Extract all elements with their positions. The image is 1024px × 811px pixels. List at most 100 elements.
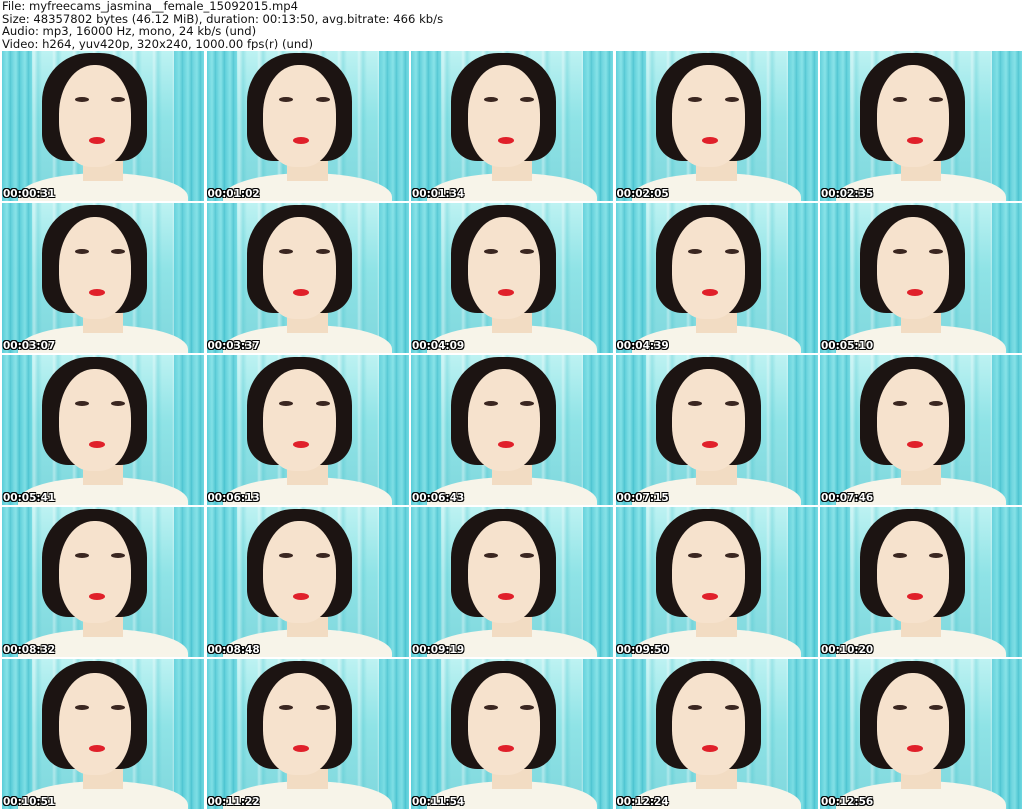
video-thumbnail: 00:06:13 [206,355,409,505]
audio-info-line: Audio: mp3, 16000 Hz, mono, 24 kb/s (und… [2,25,257,38]
video-thumbnail: 00:07:46 [820,355,1022,505]
curtain-left [2,51,32,201]
curtain-left [411,51,441,201]
thumbnail-timestamp: 00:12:24 [616,796,669,808]
thumbnail-timestamp: 00:06:13 [207,492,260,504]
left-eye [892,97,907,102]
left-eye [483,705,498,710]
curtain-right [787,203,818,353]
face [876,217,950,319]
right-eye [111,249,126,254]
face [672,217,745,319]
curtain-left [411,659,441,809]
right-eye [929,401,944,406]
thumbnail-timestamp: 00:07:46 [821,492,874,504]
face [467,673,541,775]
thumbnail-timestamp: 00:09:19 [412,644,465,656]
video-thumbnail: 00:09:50 [615,507,818,657]
video-thumbnail: 00:12:56 [820,659,1022,809]
curtain-left [206,51,237,201]
curtain-left [615,355,646,505]
left-eye [892,553,907,558]
curtain-left [820,355,850,505]
curtain-left [615,203,646,353]
curtain-left [820,203,850,353]
left-eye [483,553,498,558]
thumbnail-timestamp: 00:04:39 [616,340,669,352]
thumbnail-timestamp: 00:02:35 [821,188,874,200]
thumbnail-timestamp: 00:03:07 [3,340,56,352]
thumbnail-timestamp: 00:07:15 [616,492,669,504]
curtain-right [992,659,1022,809]
lips [497,441,514,448]
curtain-left [2,203,32,353]
lips [906,137,923,144]
thumbnail-timestamp: 00:10:20 [821,644,874,656]
curtain-right [787,659,818,809]
right-eye [111,401,126,406]
curtain-left [206,355,237,505]
curtain-right [583,355,613,505]
right-eye [111,705,126,710]
thumbnail-timestamp: 00:10:51 [3,796,56,808]
right-eye [111,553,126,558]
right-eye [724,553,739,558]
right-eye [315,553,330,558]
thumbnail-timestamp: 00:02:05 [616,188,669,200]
thumbnail-timestamp: 00:06:43 [412,492,465,504]
lips [497,137,514,144]
curtain-right [174,51,204,201]
video-thumbnail: 00:12:24 [615,659,818,809]
lips [88,137,105,144]
video-thumbnail: 00:09:19 [411,507,613,657]
curtain-right [583,51,613,201]
face [58,673,132,775]
face [876,65,950,167]
thumbnail-timestamp: 00:08:32 [3,644,56,656]
curtain-left [2,659,32,809]
left-eye [74,97,89,102]
video-thumbnail: 00:10:20 [820,507,1022,657]
lips [906,745,923,752]
curtain-left [206,203,237,353]
right-eye [929,553,944,558]
thumbnail-timestamp: 00:05:10 [821,340,874,352]
thumbnail-timestamp: 00:08:48 [207,644,260,656]
right-eye [724,705,739,710]
curtain-left [206,507,237,657]
face [467,65,541,167]
curtain-left [615,51,646,201]
curtain-left [615,507,646,657]
curtain-left [411,203,441,353]
thumbnail-timestamp: 00:12:56 [821,796,874,808]
left-eye [74,401,89,406]
face [876,369,950,471]
curtain-right [378,659,409,809]
right-eye [724,401,739,406]
face [263,217,336,319]
right-eye [520,553,535,558]
video-thumbnail: 00:08:32 [2,507,204,657]
lips [88,745,105,752]
left-eye [892,249,907,254]
video-thumbnail: 00:01:34 [411,51,613,201]
curtain-right [174,659,204,809]
curtain-left [820,659,850,809]
face [263,521,336,623]
curtain-left [411,507,441,657]
thumbnail-timestamp: 00:00:31 [3,188,56,200]
lips [906,441,923,448]
face [467,217,541,319]
face [876,673,950,775]
face [263,369,336,471]
thumbnail-timestamp: 00:05:41 [3,492,56,504]
file-size-line: Size: 48357802 bytes (46.12 MiB), durati… [2,12,444,25]
right-eye [520,249,535,254]
lips [497,289,514,296]
curtain-right [583,659,613,809]
face [58,521,132,623]
curtain-right [992,203,1022,353]
thumbnail-grid: 00:00:31 00:01:02 00:01:34 00:02:05 00:02:35… [2,51,1022,809]
video-thumbnail: 00:11:54 [411,659,613,809]
curtain-left [206,659,237,809]
